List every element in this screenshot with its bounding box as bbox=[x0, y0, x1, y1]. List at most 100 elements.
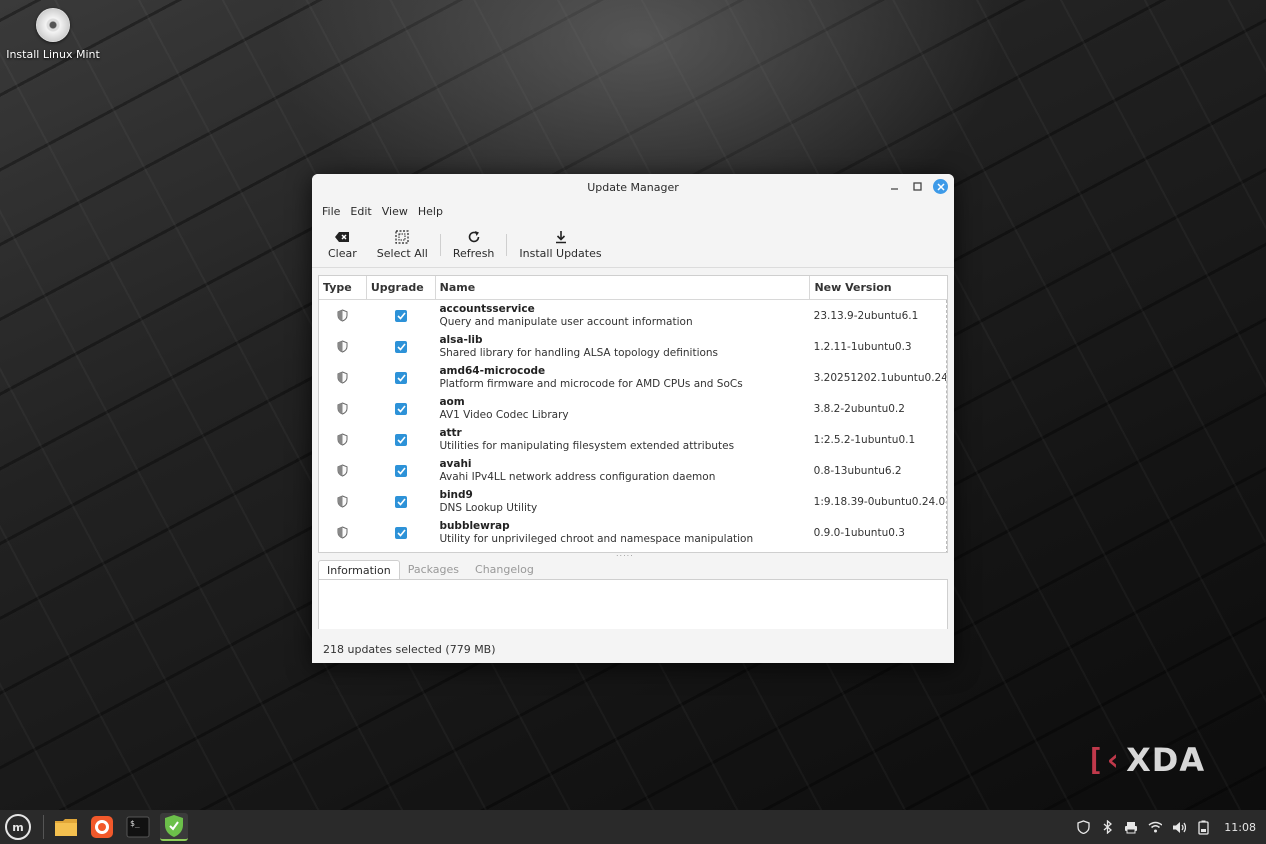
terminal-icon: $_ bbox=[126, 816, 150, 838]
package-name: bubblewrap bbox=[439, 519, 510, 532]
upgrade-checkbox[interactable] bbox=[395, 464, 408, 477]
minimize-icon bbox=[891, 188, 898, 190]
upgrade-checkbox[interactable] bbox=[395, 309, 408, 322]
menu-file[interactable]: File bbox=[318, 203, 344, 220]
upgrade-cell bbox=[367, 309, 436, 322]
select-all-label: Select All bbox=[376, 247, 428, 260]
taskbar-files[interactable] bbox=[52, 813, 80, 841]
files-icon bbox=[55, 819, 77, 836]
table-row[interactable]: accountsservice Query and manipulate user… bbox=[319, 300, 946, 331]
package-version: 1:2.5.2-1ubuntu0.1 bbox=[813, 433, 916, 446]
taskbar-terminal[interactable]: $_ bbox=[124, 813, 152, 841]
table-row[interactable]: alsa-lib Shared library for handling ALSA… bbox=[319, 331, 946, 362]
select-all-button[interactable]: Select All bbox=[367, 229, 438, 260]
name-cell: avahi Avahi IPv4LL network address config… bbox=[435, 458, 809, 484]
wifi-icon[interactable] bbox=[1148, 820, 1163, 834]
package-name: avahi bbox=[439, 457, 472, 470]
table-row[interactable]: attr Utilities for manipulating filesyste… bbox=[319, 424, 946, 455]
updates-table: Type Upgrade Name New Version accountsse… bbox=[318, 275, 948, 553]
package-description: Utilities for manipulating filesystem ex… bbox=[439, 439, 735, 452]
package-description: DNS Lookup Utility bbox=[439, 501, 538, 514]
checkmark-icon bbox=[397, 311, 406, 320]
column-header-new-version[interactable]: New Version bbox=[810, 276, 947, 299]
column-header-upgrade[interactable]: Upgrade bbox=[367, 276, 436, 299]
install-updates-button[interactable]: Install Updates bbox=[509, 229, 611, 260]
clear-button[interactable]: Clear bbox=[318, 229, 367, 260]
name-cell: amd64-microcode Platform firmware and mic… bbox=[435, 365, 809, 391]
toolbar-separator bbox=[506, 233, 508, 256]
printer-icon[interactable] bbox=[1124, 820, 1138, 834]
refresh-icon bbox=[467, 229, 481, 245]
desktop-icon-label: Install Linux Mint bbox=[6, 48, 100, 61]
minimize-button[interactable] bbox=[887, 179, 902, 194]
package-version: 23.13.9-2ubuntu6.1 bbox=[813, 309, 919, 322]
xda-watermark: [‹ XDA bbox=[1086, 741, 1206, 779]
upgrade-checkbox[interactable] bbox=[395, 402, 408, 415]
desktop-icon-install-linux-mint[interactable]: Install Linux Mint bbox=[6, 8, 100, 61]
package-description: Shared library for handling ALSA topolog… bbox=[439, 346, 719, 359]
table-row[interactable]: aom AV1 Video Codec Library 3.8.2-2ubuntu0… bbox=[319, 393, 946, 424]
mint-menu-button[interactable]: m bbox=[5, 814, 31, 840]
update-manager-window: Update Manager File Edit View Help Clear bbox=[312, 174, 954, 663]
shield-icon bbox=[337, 464, 349, 477]
upgrade-cell bbox=[367, 464, 436, 477]
menu-help[interactable]: Help bbox=[414, 203, 447, 220]
package-version: 0.9.0-1ubuntu0.3 bbox=[813, 526, 905, 539]
name-cell: attr Utilities for manipulating filesyste… bbox=[435, 427, 809, 453]
table-row[interactable]: amd64-microcode Platform firmware and mic… bbox=[319, 362, 946, 393]
column-header-name[interactable]: Name bbox=[436, 276, 811, 299]
name-cell: bubblewrap Utility for unprivileged chroo… bbox=[435, 520, 809, 546]
checkmark-icon bbox=[397, 404, 406, 413]
install-updates-label: Install Updates bbox=[519, 247, 602, 260]
upgrade-checkbox[interactable] bbox=[395, 371, 408, 384]
taskbar-firefox[interactable] bbox=[88, 813, 116, 841]
shield-icon bbox=[337, 433, 349, 446]
package-version: 0.8-13ubuntu6.2 bbox=[813, 464, 902, 477]
type-cell bbox=[319, 464, 367, 477]
checkmark-icon bbox=[397, 528, 406, 537]
xda-logo-text: XDA bbox=[1126, 741, 1206, 779]
upgrade-cell bbox=[367, 526, 436, 539]
shield-icon bbox=[337, 402, 349, 415]
package-version: 1.2.11-1ubuntu0.3 bbox=[813, 340, 912, 353]
update-manager-icon bbox=[165, 815, 183, 837]
table-header: Type Upgrade Name New Version bbox=[319, 276, 947, 300]
upgrade-checkbox[interactable] bbox=[395, 340, 408, 353]
pane-resize-handle[interactable]: ..... bbox=[616, 549, 634, 558]
detail-tabs: Information Packages Changelog bbox=[318, 560, 542, 580]
update-shield-tray-icon[interactable] bbox=[1076, 820, 1090, 834]
table-row[interactable]: bubblewrap Utility for unprivileged chroo… bbox=[319, 517, 946, 548]
name-cell: accountsservice Query and manipulate user… bbox=[435, 303, 809, 329]
maximize-button[interactable] bbox=[910, 179, 925, 194]
column-header-type[interactable]: Type bbox=[319, 276, 367, 299]
upgrade-checkbox[interactable] bbox=[395, 433, 408, 446]
refresh-button[interactable]: Refresh bbox=[443, 229, 505, 260]
menu-view[interactable]: View bbox=[378, 203, 412, 220]
menu-edit[interactable]: Edit bbox=[346, 203, 375, 220]
mint-logo-icon: m bbox=[12, 820, 24, 834]
table-row[interactable]: avahi Avahi IPv4LL network address config… bbox=[319, 455, 946, 486]
titlebar[interactable]: Update Manager bbox=[312, 174, 954, 200]
taskbar-separator bbox=[43, 815, 44, 839]
table-row[interactable]: bind9 DNS Lookup Utility 1:9.18.39-0ubuntu… bbox=[319, 486, 946, 517]
taskbar-clock[interactable]: 11:08 bbox=[1224, 821, 1256, 834]
bluetooth-icon[interactable] bbox=[1100, 820, 1114, 834]
tab-information[interactable]: Information bbox=[318, 560, 400, 580]
tab-packages[interactable]: Packages bbox=[400, 560, 467, 580]
upgrade-checkbox[interactable] bbox=[395, 526, 408, 539]
taskbar-update-manager[interactable] bbox=[160, 813, 188, 841]
shield-icon bbox=[337, 371, 349, 384]
package-description: AV1 Video Codec Library bbox=[439, 408, 569, 421]
type-cell bbox=[319, 433, 367, 446]
upgrade-checkbox[interactable] bbox=[395, 495, 408, 508]
disc-icon bbox=[36, 8, 70, 42]
tab-changelog[interactable]: Changelog bbox=[467, 560, 542, 580]
type-cell bbox=[319, 371, 367, 384]
close-button[interactable] bbox=[933, 179, 948, 194]
download-icon bbox=[554, 229, 568, 245]
battery-icon[interactable] bbox=[1196, 820, 1210, 835]
package-description: Query and manipulate user account inform… bbox=[439, 315, 693, 328]
shield-icon bbox=[337, 526, 349, 539]
clear-label: Clear bbox=[328, 247, 357, 260]
volume-icon[interactable] bbox=[1172, 820, 1187, 834]
